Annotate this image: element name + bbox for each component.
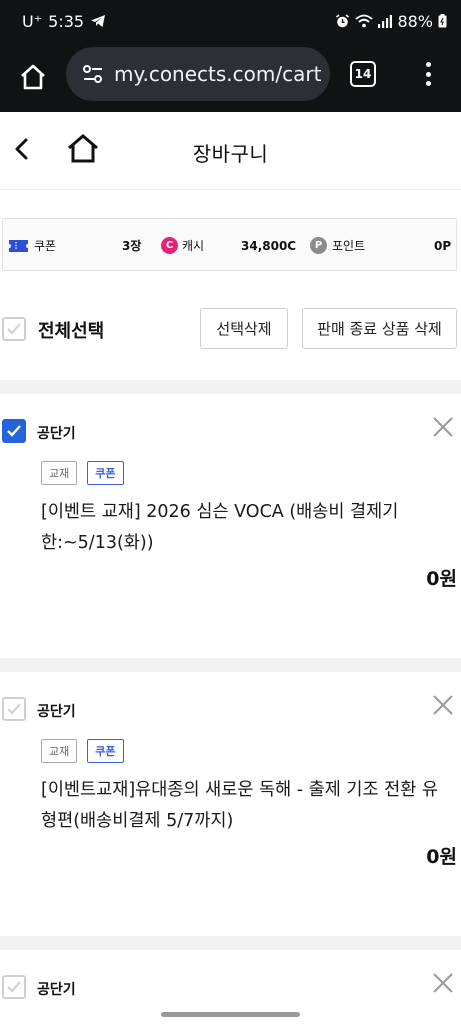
check-icon	[7, 323, 21, 335]
remove-item-button[interactable]	[432, 972, 454, 994]
battery-icon	[438, 14, 447, 28]
coupon-count: 3장	[122, 239, 142, 253]
point-value: 0P	[434, 238, 452, 253]
tag-coupon: 쿠폰	[87, 739, 124, 763]
seller-name: 공단기	[37, 982, 76, 998]
page-title: 장바구니	[192, 142, 269, 166]
item-price: 0원	[426, 846, 457, 868]
page-header: 장바구니	[0, 112, 461, 190]
cash-badge: C	[161, 237, 178, 254]
check-icon	[7, 981, 21, 993]
item-checkbox[interactable]	[2, 419, 26, 443]
coupon-icon	[9, 219, 28, 272]
url-text: my.conects.com/cart	[114, 62, 322, 86]
tab-count: 14	[354, 67, 372, 81]
browser-toolbar: my.conects.com/cart 14	[0, 42, 461, 112]
item-checkbox[interactable]	[2, 975, 26, 999]
select-all-label[interactable]: 전체선택	[38, 317, 104, 343]
point-badge: P	[310, 237, 327, 254]
item-tags: 교재 쿠폰	[41, 461, 124, 485]
section-divider	[0, 380, 461, 394]
more-vert-icon[interactable]	[420, 60, 436, 88]
seller-name: 공단기	[37, 426, 76, 442]
tabs-icon[interactable]: 14	[350, 61, 376, 87]
carrier-label: U⁺	[22, 11, 43, 31]
home-indicator[interactable]	[161, 1012, 300, 1017]
cash-label: 캐시	[182, 239, 205, 253]
telegram-icon	[90, 14, 106, 28]
section-divider	[0, 658, 461, 672]
check-icon	[7, 703, 21, 715]
delete-ended-items-button[interactable]: 판매 종료 상품 삭제	[302, 308, 457, 349]
tag-textbook: 교재	[41, 739, 78, 763]
delete-selected-button[interactable]: 선택삭제	[200, 308, 288, 349]
tag-textbook: 교재	[41, 461, 78, 485]
close-icon	[433, 417, 453, 437]
address-bar[interactable]: my.conects.com/cart	[66, 47, 330, 101]
wifi-icon	[355, 14, 374, 28]
cart-item: 공단기 교재 쿠폰 [이벤트 교재] 2026 심슨 VOCA (배송비 결제기…	[0, 416, 461, 659]
select-all-checkbox[interactable]	[2, 317, 26, 341]
check-icon	[7, 425, 21, 437]
site-settings-icon[interactable]	[82, 64, 104, 84]
item-checkbox[interactable]	[2, 697, 26, 721]
product-name[interactable]: [이벤트 교재] 2026 심슨 VOCA (배송비 결제기한:~5/13(화)…	[41, 497, 453, 559]
seller-name: 공단기	[37, 704, 76, 720]
tag-coupon: 쿠폰	[87, 461, 124, 485]
remove-item-button[interactable]	[432, 694, 454, 716]
home-icon	[21, 64, 45, 90]
benefit-summary: 쿠폰 3장 C 캐시 34,800C P 포인트 0P	[2, 218, 457, 271]
section-divider	[0, 936, 461, 950]
remove-item-button[interactable]	[432, 416, 454, 438]
alarm-icon	[335, 13, 350, 29]
browser-home-button[interactable]	[18, 62, 48, 92]
battery-label: 88%	[397, 11, 433, 31]
cash-value: 34,800C	[241, 238, 297, 253]
product-name[interactable]: [이벤트교재]유대종의 새로운 독해 - 출제 기조 전환 유형편(배송비결제 …	[41, 775, 453, 837]
cart-item: 공단기 교재 쿠폰 [이벤트교재]유대종의 새로운 독해 - 출제 기조 전환 …	[0, 694, 461, 937]
point-label: 포인트	[332, 239, 366, 253]
status-bar: U⁺ 5:35 88%	[0, 0, 461, 42]
close-icon	[433, 695, 453, 715]
time-label: 5:35	[48, 11, 85, 31]
close-icon	[433, 973, 453, 993]
item-tags: 교재 쿠폰	[41, 739, 124, 763]
item-price: 0원	[426, 568, 457, 590]
signal-icon	[378, 14, 393, 28]
selection-bar: 전체선택 선택삭제 판매 종료 상품 삭제	[0, 306, 461, 350]
coupon-label: 쿠폰	[34, 239, 57, 253]
